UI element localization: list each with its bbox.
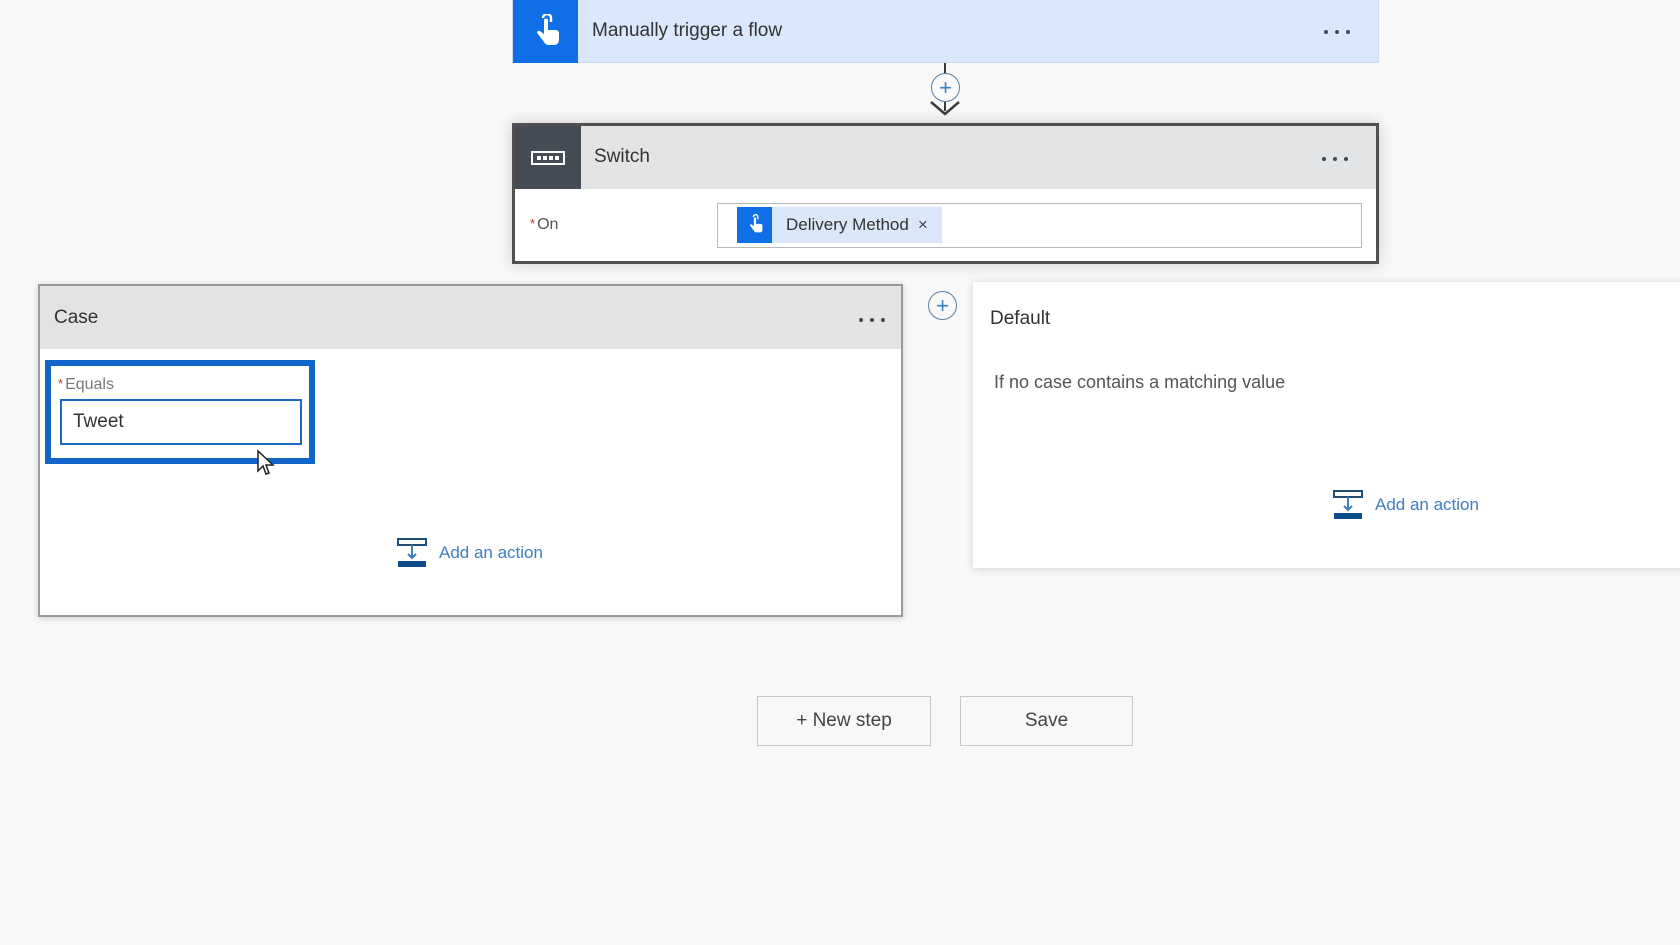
case-more-options-icon[interactable] bbox=[859, 318, 885, 322]
trigger-more-options-icon[interactable] bbox=[1324, 30, 1350, 34]
required-marker: * bbox=[530, 216, 536, 231]
add-case-plus-icon[interactable]: + bbox=[928, 291, 957, 320]
mouse-cursor-icon bbox=[257, 449, 275, 475]
equals-input[interactable] bbox=[60, 399, 302, 445]
default-add-action-button[interactable]: Add an action bbox=[1333, 490, 1479, 520]
equals-label: * Equals bbox=[58, 376, 114, 393]
switch-more-options-icon[interactable] bbox=[1322, 157, 1348, 161]
delivery-method-token[interactable]: Delivery Method × bbox=[737, 207, 942, 243]
hand-pointer-icon bbox=[536, 13, 559, 45]
trigger-icon-box bbox=[513, 0, 578, 63]
case-title: Case bbox=[54, 307, 99, 328]
trigger-card[interactable]: Manually trigger a flow bbox=[512, 0, 1379, 63]
token-label: Delivery Method bbox=[786, 215, 909, 234]
switch-title: Switch bbox=[594, 146, 650, 167]
on-field[interactable]: Delivery Method × bbox=[717, 203, 1362, 248]
switch-card: Switch * On Delivery Method × bbox=[512, 123, 1379, 264]
add-action-icon bbox=[1333, 490, 1363, 519]
default-card: Default If no case contains a matching v… bbox=[973, 282, 1680, 568]
switch-header[interactable]: Switch bbox=[515, 126, 1376, 189]
required-marker: * bbox=[58, 376, 64, 391]
token-remove-icon[interactable]: × bbox=[918, 215, 928, 235]
new-step-button[interactable]: + New step bbox=[757, 696, 931, 746]
switch-icon bbox=[531, 150, 565, 165]
switch-icon-box bbox=[515, 126, 581, 189]
default-title: Default bbox=[990, 308, 1051, 329]
add-action-label: Add an action bbox=[1375, 495, 1479, 514]
insert-step-plus-icon[interactable]: + bbox=[931, 73, 960, 102]
add-action-icon bbox=[397, 538, 427, 567]
case-card: Case *Equals Add an action bbox=[38, 284, 903, 617]
hand-pointer-icon bbox=[749, 214, 762, 233]
case-add-action-button[interactable]: Add an action bbox=[397, 538, 543, 568]
token-icon-box bbox=[737, 207, 772, 243]
add-action-label: Add an action bbox=[439, 543, 543, 562]
trigger-title: Manually trigger a flow bbox=[592, 20, 783, 41]
arrow-down-icon bbox=[930, 101, 960, 116]
case-header[interactable]: Case bbox=[40, 286, 901, 349]
default-description: If no case contains a matching value bbox=[994, 372, 1286, 392]
save-button[interactable]: Save bbox=[960, 696, 1133, 746]
on-label: * On bbox=[530, 216, 559, 233]
